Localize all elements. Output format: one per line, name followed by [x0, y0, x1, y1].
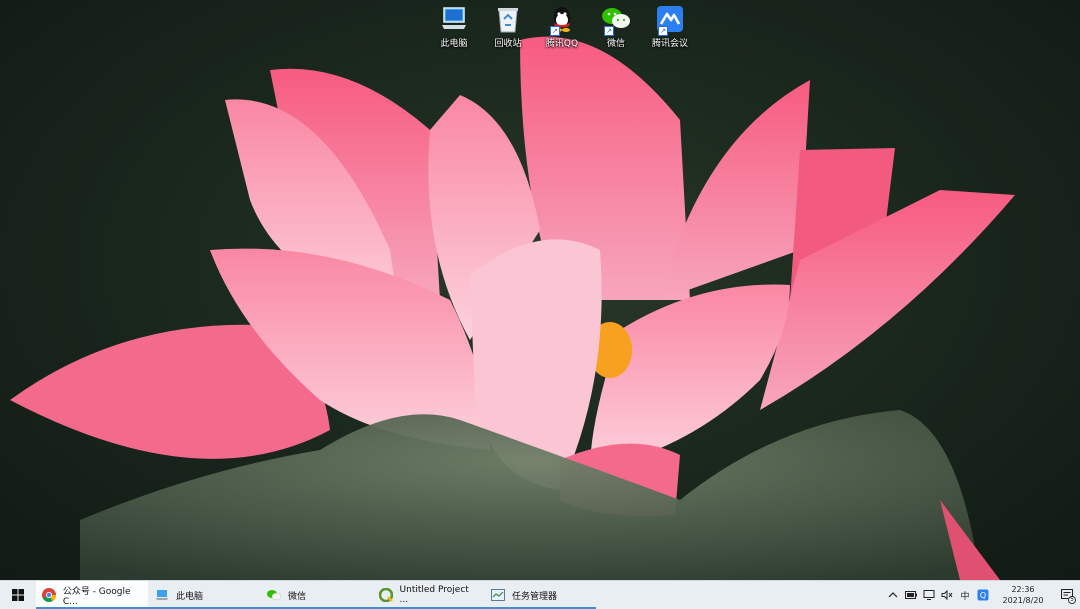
- desktop-icon-label: 微信: [606, 39, 625, 49]
- wechat-icon: [266, 587, 282, 603]
- windows-logo-icon: [12, 589, 24, 601]
- volume-muted-icon[interactable]: [939, 587, 955, 603]
- desktop-icon-recycle-bin[interactable]: 回收站: [486, 4, 530, 54]
- chrome-icon: [42, 587, 57, 603]
- desktop-icon-label: 此电脑: [440, 39, 468, 49]
- computer-icon: [439, 4, 469, 34]
- desktop[interactable]: 此电脑 回收站 ↗ 腾讯QQ ↗ 微信 ↗ 腾讯会议: [0, 0, 1080, 580]
- taskbar-item-qgis[interactable]: Untitled Project ...: [372, 581, 484, 609]
- clock-time: 22:36: [1011, 585, 1035, 594]
- taskbar-item-label: 此电脑: [176, 591, 204, 602]
- taskbar-item-chrome[interactable]: 公众号 - Google C...: [36, 581, 148, 609]
- start-button[interactable]: [0, 581, 36, 609]
- system-tray: 中 Q 22:36 2021/8/20 5: [884, 581, 1080, 609]
- svg-text:Q: Q: [980, 591, 986, 600]
- desktop-icon-label: 腾讯会议: [651, 39, 688, 49]
- computer-icon: [154, 587, 170, 603]
- desktop-icon-label: 回收站: [494, 39, 522, 49]
- desktop-icon-qq[interactable]: ↗ 腾讯QQ: [540, 4, 584, 54]
- desktop-icon-wechat[interactable]: ↗ 微信: [594, 4, 638, 54]
- shortcut-arrow-icon: ↗: [658, 26, 668, 36]
- action-center-button[interactable]: 5: [1054, 581, 1080, 609]
- taskbar: 公众号 - Google C... 此电脑 微信 Untitled Projec…: [0, 580, 1080, 609]
- desktop-icon-this-pc[interactable]: 此电脑: [432, 4, 476, 54]
- clock[interactable]: 22:36 2021/8/20: [996, 584, 1050, 606]
- taskbar-item-task-manager[interactable]: 任务管理器: [484, 581, 596, 609]
- input-method-indicator[interactable]: 中: [957, 587, 973, 603]
- qgis-icon: [378, 587, 394, 603]
- shortcut-arrow-icon: ↗: [604, 26, 614, 36]
- notification-count-badge: 5: [1068, 596, 1076, 604]
- taskbar-item-wechat[interactable]: 微信: [260, 581, 372, 609]
- desktop-icon-label: 腾讯QQ: [545, 39, 579, 49]
- qq-tray-icon[interactable]: Q: [975, 587, 991, 603]
- taskbar-item-label: Untitled Project ...: [399, 585, 469, 605]
- taskbar-item-this-pc[interactable]: 此电脑: [148, 581, 260, 609]
- task-manager-icon: [490, 587, 506, 603]
- shortcut-arrow-icon: ↗: [550, 26, 560, 36]
- clock-date: 2021/8/20: [1002, 596, 1044, 605]
- desktop-icons: 此电脑 回收站 ↗ 腾讯QQ ↗ 微信 ↗ 腾讯会议: [432, 4, 692, 54]
- recycle-bin-icon: [493, 4, 523, 34]
- battery-icon[interactable]: [903, 587, 919, 603]
- taskbar-item-label: 任务管理器: [512, 591, 558, 602]
- network-icon[interactable]: [921, 587, 937, 603]
- show-hidden-icons-chevron-up-icon[interactable]: [885, 587, 901, 603]
- taskbar-item-label: 公众号 - Google C...: [62, 586, 131, 607]
- desktop-icon-tencent-meeting[interactable]: ↗ 腾讯会议: [648, 4, 692, 54]
- taskbar-item-label: 微信: [288, 591, 307, 602]
- lotus-wallpaper: [10, 36, 1015, 580]
